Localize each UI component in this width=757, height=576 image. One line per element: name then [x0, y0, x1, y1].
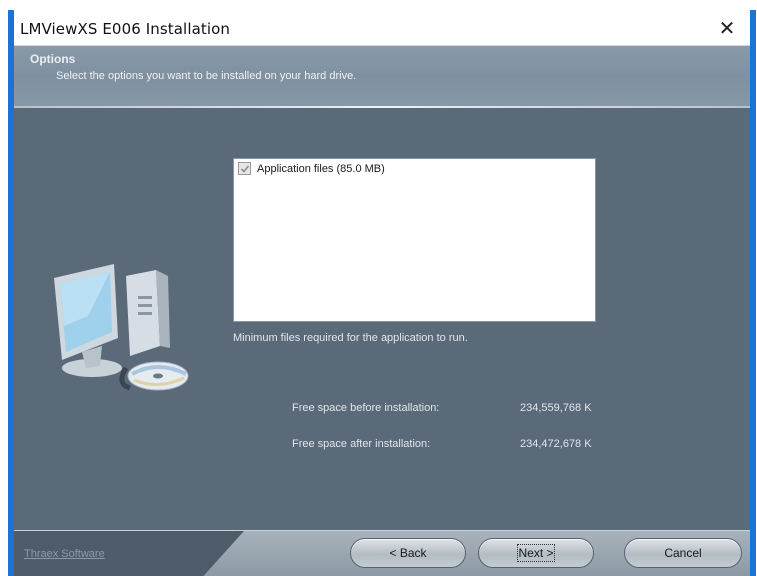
brand-link[interactable]: Thraex Software: [24, 548, 105, 560]
cancel-button[interactable]: Cancel: [624, 538, 742, 568]
next-button-label: Next >: [479, 544, 593, 562]
brand-area: Thraex Software: [14, 531, 244, 576]
checkbox[interactable]: [238, 162, 251, 175]
checkmark-icon: [240, 164, 249, 173]
button-bar: Thraex Software < Back Next > Cancel: [14, 530, 750, 576]
space-after-label: Free space after installation:: [292, 438, 431, 450]
header-subtitle: Select the options you want to be instal…: [56, 70, 357, 82]
computer-icon: [54, 264, 189, 391]
main-panel: Application files (85.0 MB) Minimum file…: [14, 108, 750, 530]
close-button[interactable]: ✕: [704, 10, 750, 46]
installer-window: LMViewXS E006 Installation ✕ Options Sel…: [8, 10, 756, 576]
option-label: Application files (85.0 MB): [257, 162, 385, 175]
cancel-button-label: Cancel: [664, 546, 702, 560]
option-description: Minimum files required for the applicati…: [233, 332, 468, 344]
back-button[interactable]: < Back: [350, 538, 466, 568]
space-after-value: 234,472,678 K: [520, 438, 592, 450]
option-application-files[interactable]: Application files (85.0 MB): [238, 162, 385, 175]
space-before-value: 234,559,768 K: [520, 402, 592, 414]
space-before-label: Free space before installation:: [292, 402, 440, 414]
window-title: LMViewXS E006 Installation: [20, 20, 231, 38]
next-button[interactable]: Next >: [478, 538, 594, 568]
options-list: Application files (85.0 MB): [233, 158, 596, 322]
header-title: Options: [30, 52, 76, 66]
title-bar: LMViewXS E006 Installation ✕: [14, 10, 750, 46]
close-icon: ✕: [718, 17, 736, 40]
back-button-label: < Back: [389, 546, 427, 560]
options-header: Options Select the options you want to b…: [14, 46, 750, 108]
